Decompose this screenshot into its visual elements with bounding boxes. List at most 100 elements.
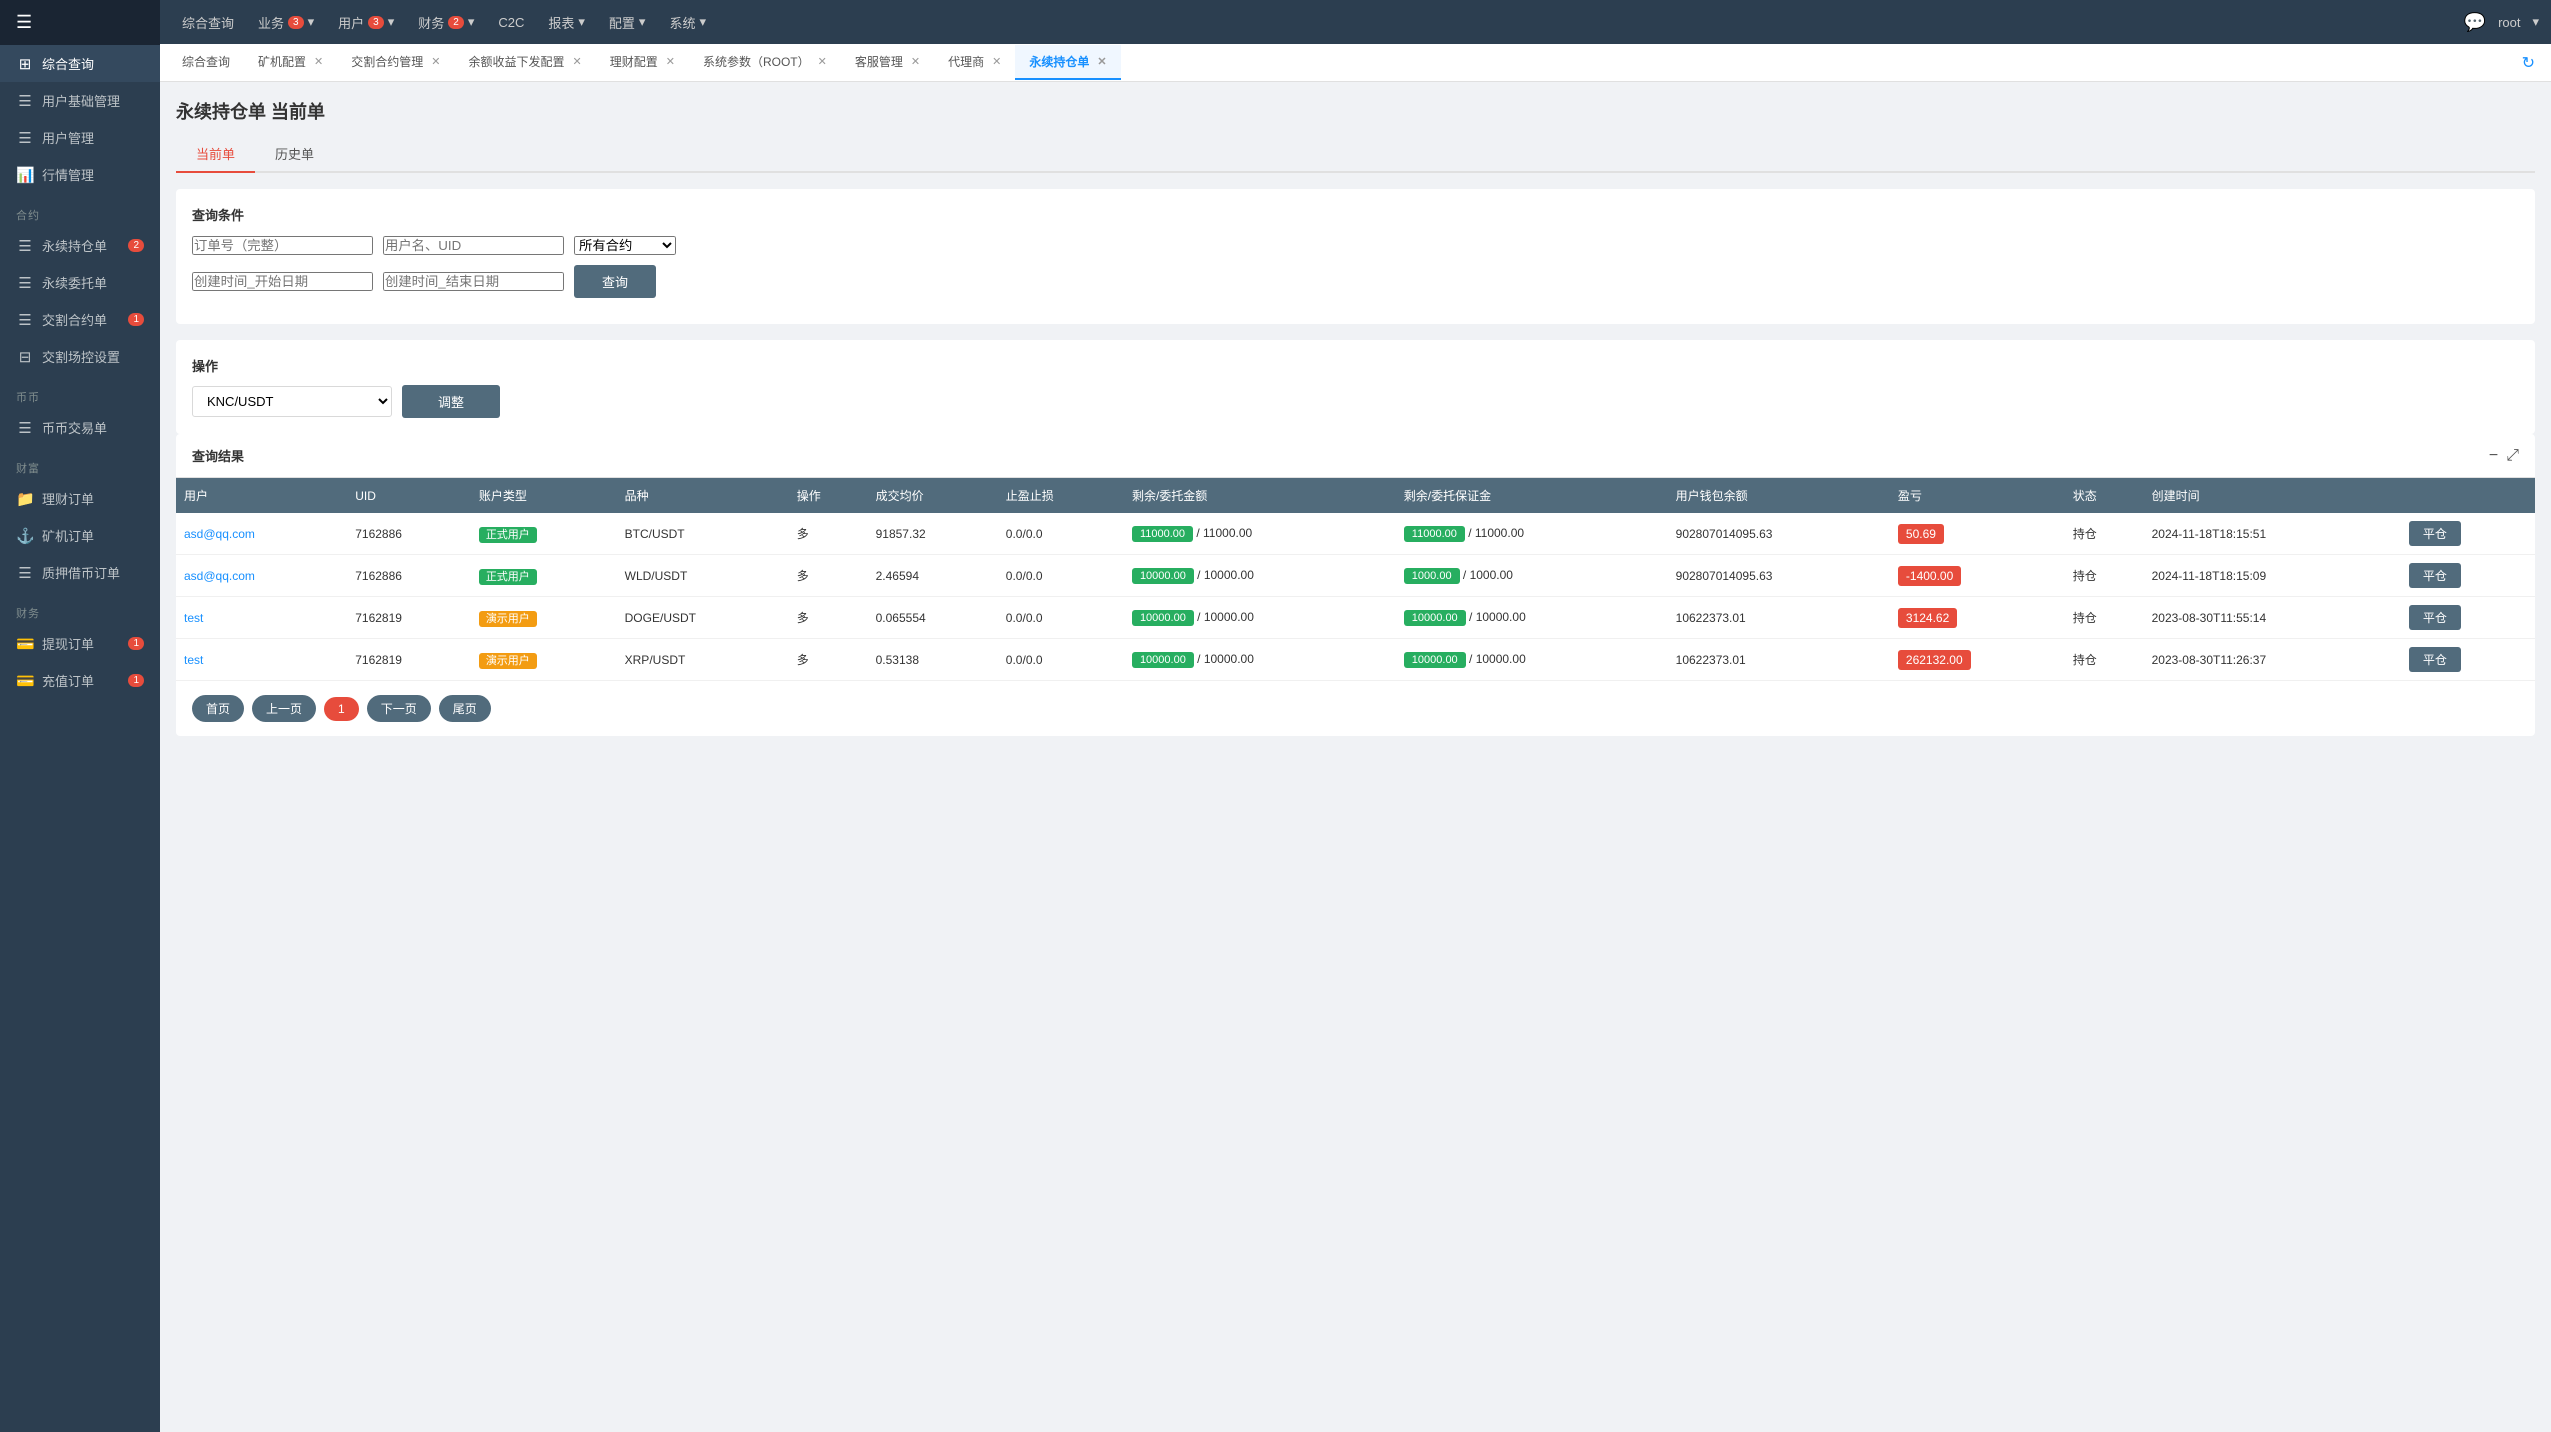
- end-date-input[interactable]: [383, 272, 564, 291]
- cell-wallet: 902807014095.63: [1668, 513, 1890, 555]
- close-position-btn[interactable]: 平仓: [2409, 605, 2461, 630]
- results-table: 用户 UID 账户类型 品种 操作 成交均价 止盈止损 剩余/委托金额 剩余/委…: [176, 478, 2535, 681]
- sidebar-item-coin-trade[interactable]: ☰ 币币交易单: [0, 409, 160, 446]
- cell-user[interactable]: asd@qq.com: [176, 513, 347, 555]
- cell-remain-margin: 11000.00 / 11000.00: [1396, 513, 1668, 555]
- tab-miner-config-close[interactable]: ✕: [314, 55, 323, 68]
- cell-uid: 7162886: [347, 513, 471, 555]
- tab-finance-config-close[interactable]: ✕: [666, 55, 675, 68]
- cell-pnl: 262132.00: [1890, 639, 2065, 681]
- sidebar-item-label: 综合查询: [42, 54, 94, 73]
- menu-icon[interactable]: ☰: [16, 12, 32, 33]
- close-position-btn[interactable]: 平仓: [2409, 647, 2461, 672]
- order-no-input[interactable]: [192, 236, 373, 255]
- last-page-btn[interactable]: 尾页: [439, 695, 491, 722]
- sidebar-item-perp-entrust[interactable]: ☰ 永续委托单: [0, 264, 160, 301]
- minimize-icon[interactable]: −: [2489, 447, 2498, 465]
- cell-stop: 0.0/0.0: [998, 555, 1124, 597]
- prev-page-btn[interactable]: 上一页: [252, 695, 316, 722]
- sidebar-item-label: 币币交易单: [42, 418, 107, 437]
- sidebar-item-finance-order[interactable]: 📁 理财订单: [0, 480, 160, 517]
- withdraw-badge: 1: [128, 637, 144, 650]
- tab-finance-config[interactable]: 理财配置 ✕: [596, 45, 689, 80]
- tab-sys-param-close[interactable]: ✕: [818, 55, 827, 68]
- cell-user[interactable]: test: [176, 639, 347, 681]
- pnl-badge: -1400.00: [1898, 566, 1961, 586]
- tab-sys-param[interactable]: 系统参数（ROOT） ✕: [689, 45, 841, 80]
- topnav-business-badge: 3: [288, 16, 304, 29]
- topnav-overview[interactable]: 综合查询: [172, 9, 244, 36]
- topnav-c2c[interactable]: C2C: [488, 11, 534, 34]
- cell-symbol: XRP/USDT: [617, 639, 789, 681]
- cell-pnl: 3124.62: [1890, 597, 2065, 639]
- tab-balance-config[interactable]: 余额收益下发配置 ✕: [454, 45, 595, 80]
- col-symbol: 品种: [617, 478, 789, 513]
- contract-select[interactable]: 所有合约 BTC/USDT WLD/USDT DOGE/USDT XRP/USD…: [574, 236, 676, 255]
- cell-direction: 多: [789, 513, 868, 555]
- tab-perp-position-close[interactable]: ✕: [1097, 55, 1106, 68]
- subtab-current[interactable]: 当前单: [176, 136, 255, 173]
- tab-overview[interactable]: 综合查询: [168, 45, 244, 80]
- topnav-business[interactable]: 业务 3 ▾: [248, 9, 324, 36]
- sidebar-item-trade-venue[interactable]: ⊟ 交割场控设置: [0, 338, 160, 375]
- tab-perp-position[interactable]: 永续持仓单 ✕: [1015, 45, 1120, 80]
- topnav-user[interactable]: 用户 3 ▾: [328, 9, 404, 36]
- expand-icon[interactable]: ⤢: [2506, 447, 2519, 465]
- cell-wallet: 902807014095.63: [1668, 555, 1890, 597]
- cell-remain-margin: 10000.00 / 10000.00: [1396, 597, 1668, 639]
- tab-customer-service[interactable]: 客服管理 ✕: [841, 45, 934, 80]
- search-row-2: 查询: [192, 265, 2519, 298]
- next-page-btn[interactable]: 下一页: [367, 695, 431, 722]
- cell-user[interactable]: asd@qq.com: [176, 555, 347, 597]
- refresh-icon[interactable]: ↻: [2514, 49, 2543, 77]
- close-position-btn[interactable]: 平仓: [2409, 521, 2461, 546]
- message-icon[interactable]: 💬: [2464, 12, 2486, 33]
- sidebar-item-user-mgmt[interactable]: ☰ 用户管理: [0, 119, 160, 156]
- sidebar-item-overview[interactable]: ⊞ 综合查询: [0, 45, 160, 82]
- sidebar-item-perp-position[interactable]: ☰ 永续持仓单 2: [0, 227, 160, 264]
- sidebar-item-miner-order[interactable]: ⚓ 矿机订单: [0, 517, 160, 554]
- pledge-icon: ☰: [16, 564, 34, 582]
- tab-customer-service-close[interactable]: ✕: [911, 55, 920, 68]
- current-page-btn[interactable]: 1: [324, 697, 359, 721]
- chevron-down-icon: ▾: [308, 14, 315, 30]
- cell-pnl: 50.69: [1890, 513, 2065, 555]
- start-date-input[interactable]: [192, 272, 373, 291]
- topnav-user-label: 用户: [338, 13, 364, 32]
- tab-miner-config[interactable]: 矿机配置 ✕: [244, 45, 337, 80]
- cell-avg-price: 0.53138: [868, 639, 998, 681]
- cell-status: 持仓: [2065, 555, 2144, 597]
- topnav-report[interactable]: 报表 ▾: [538, 9, 595, 36]
- search-button[interactable]: 查询: [574, 265, 656, 298]
- tab-agent-close[interactable]: ✕: [992, 55, 1001, 68]
- account-type-badge: 演示用户: [479, 653, 537, 669]
- sidebar-item-user-basic[interactable]: ☰ 用户基础管理: [0, 82, 160, 119]
- tab-trade-contract-mgmt-close[interactable]: ✕: [431, 55, 440, 68]
- cell-pnl: -1400.00: [1890, 555, 2065, 597]
- topnav-config[interactable]: 配置 ▾: [599, 9, 656, 36]
- tab-agent[interactable]: 代理商 ✕: [934, 45, 1015, 80]
- topnav-finance[interactable]: 财务 2 ▾: [408, 9, 484, 36]
- sidebar-item-pledge-order[interactable]: ☰ 质押借币订单: [0, 554, 160, 591]
- sidebar-item-recharge[interactable]: 💳 充值订单 1: [0, 662, 160, 699]
- tab-trade-contract-mgmt[interactable]: 交割合约管理 ✕: [337, 45, 454, 80]
- subtab-history[interactable]: 历史单: [255, 136, 334, 173]
- tab-balance-config-close[interactable]: ✕: [573, 55, 582, 68]
- folder-icon: 📁: [16, 490, 34, 508]
- operation-contract-select[interactable]: KNC/USDT BTC/USDT ETH/USDT DOGE/USDT: [192, 386, 392, 417]
- card-icon: 💳: [16, 635, 34, 653]
- tab-finance-config-label: 理财配置: [610, 53, 658, 70]
- topnav-system[interactable]: 系统 ▾: [659, 9, 716, 36]
- user-input[interactable]: [383, 236, 564, 255]
- sidebar-section-coin: 币币: [0, 375, 160, 409]
- adjust-button[interactable]: 调整: [402, 385, 500, 418]
- sidebar-item-withdraw[interactable]: 💳 提现订单 1: [0, 625, 160, 662]
- close-position-btn[interactable]: 平仓: [2409, 563, 2461, 588]
- sidebar-item-trade-contract[interactable]: ☰ 交割合约单 1: [0, 301, 160, 338]
- cell-user[interactable]: test: [176, 597, 347, 639]
- operation-row: KNC/USDT BTC/USDT ETH/USDT DOGE/USDT 调整: [192, 385, 2519, 418]
- search-row-1: 所有合约 BTC/USDT WLD/USDT DOGE/USDT XRP/USD…: [192, 236, 2519, 255]
- first-page-btn[interactable]: 首页: [192, 695, 244, 722]
- account-type-badge: 演示用户: [479, 611, 537, 627]
- sidebar-item-market[interactable]: 📊 行情管理: [0, 156, 160, 193]
